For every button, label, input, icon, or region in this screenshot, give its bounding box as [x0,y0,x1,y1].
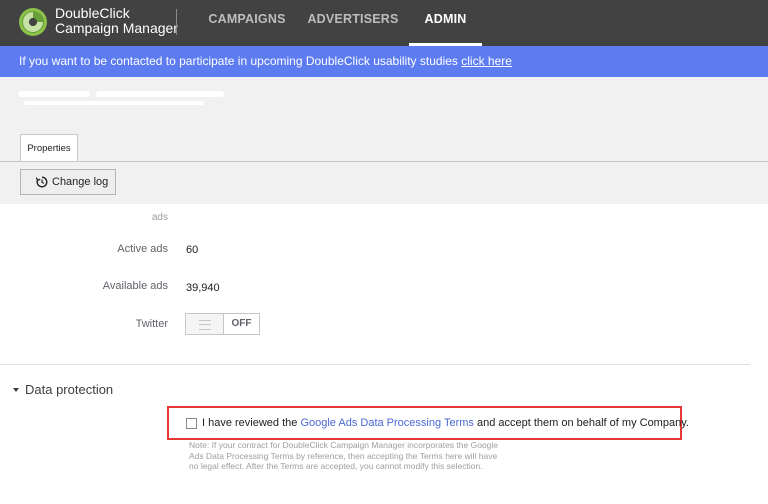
note-line-1: Note: If your contract for DoubleClick C… [189,440,498,450]
consent-prefix: I have reviewed the [202,417,298,429]
section-divider [0,364,750,365]
field-label-twitter: Twitter [135,318,168,330]
consent-suffix: and accept them on behalf of my Company. [476,417,689,429]
doubleclick-logo-icon[interactable] [18,7,48,37]
product-name[interactable]: DoubleClick Campaign Manager [55,6,178,36]
redacted-entity-name [18,91,90,97]
field-label-active-ads: Active ads [117,243,168,255]
redacted-entity-id [24,101,204,105]
twitter-toggle[interactable]: OFF [185,313,260,335]
field-label-cut-off: ads [151,212,168,223]
change-log-label: Change log [52,176,109,188]
accept-terms-label: I have reviewed the Google Ads Data Proc… [202,417,689,429]
top-navigation-bar: DoubleClick Campaign Manager CAMPAIGNS A… [0,0,768,46]
accept-terms-checkbox[interactable] [186,418,197,429]
banner-message: If you want to be contacted to participa… [19,46,512,77]
caret-down-icon [13,387,19,392]
grip-icon [199,320,211,330]
data-protection-section-toggle[interactable]: Data protection [13,382,113,397]
note-line-2: Ads Data Processing Terms by reference, … [189,450,498,461]
usability-study-banner: If you want to be contacted to participa… [0,46,768,77]
note-line-3: no legal effect. After the Terms are acc… [189,461,483,471]
tab-divider [0,161,768,162]
data-protection-title: Data protection [25,382,114,397]
field-value-active-ads: 60 [186,244,199,256]
change-log-button[interactable]: Change log [20,169,116,195]
nav-tab-admin[interactable]: ADMIN [409,0,482,46]
banner-text: If you want to be contacted to participa… [19,54,458,68]
brand-divider [176,9,177,35]
nav-tab-campaigns[interactable]: CAMPAIGNS [205,0,289,46]
data-processing-terms-link[interactable]: Google Ads Data Processing Terms [300,417,473,429]
history-icon [36,176,48,188]
toggle-track [186,314,224,334]
toggle-state: OFF [231,318,252,329]
field-label-available-ads: Available ads [102,280,168,292]
redacted-entity-name [96,91,224,97]
brand-line-2: Campaign Manager [55,20,178,36]
banner-click-here-link[interactable]: click here [461,54,512,68]
field-value-available-ads: 39,940 [186,282,220,294]
tab-properties[interactable]: Properties [20,134,78,161]
terms-note: Note: If your contract for DoubleClick C… [189,440,549,472]
nav-tab-advertisers[interactable]: ADVERTISERS [305,0,401,46]
brand-line-1: DoubleClick [55,5,130,21]
